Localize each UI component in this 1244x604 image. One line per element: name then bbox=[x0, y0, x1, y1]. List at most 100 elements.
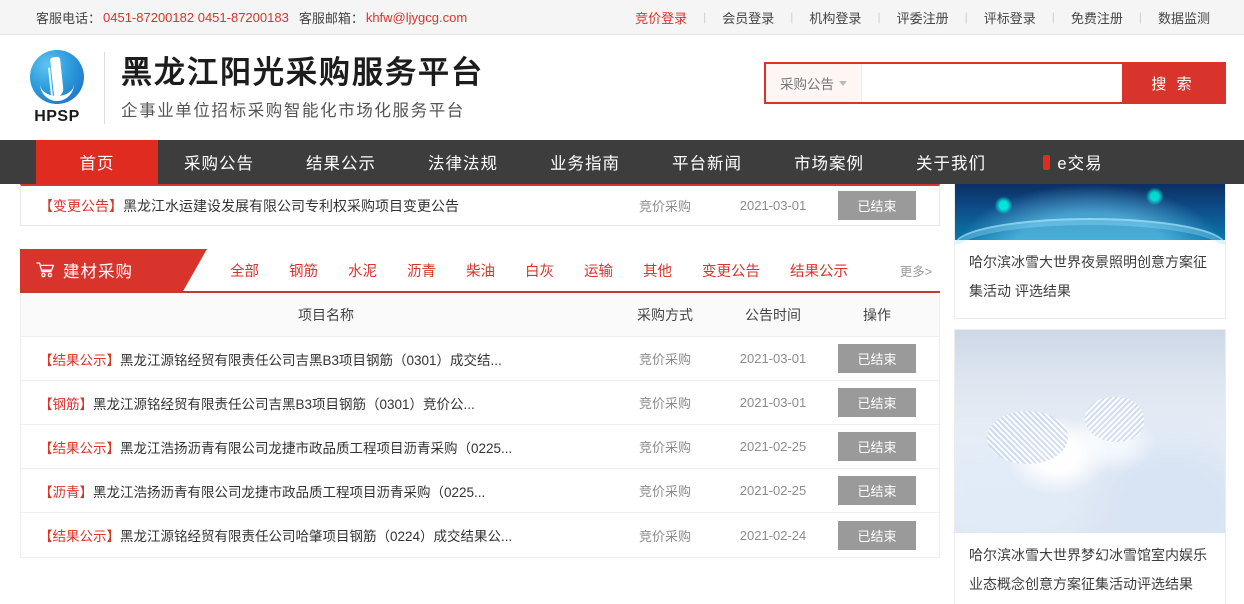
section-tab-other[interactable]: 其他 bbox=[643, 260, 672, 281]
sidebar-card-caption[interactable]: 哈尔滨冰雪大世界梦幻冰雪馆室内娱乐业态概念创意方案征集活动评选结果 bbox=[955, 533, 1225, 604]
nav-item-home[interactable]: 首页 bbox=[36, 140, 158, 184]
row-tag: 【结果公示】 bbox=[39, 353, 120, 368]
red-dot-icon bbox=[1043, 155, 1050, 170]
row-method: 竞价采购 bbox=[613, 526, 717, 545]
night-ice-festival-photo bbox=[955, 184, 1225, 240]
top-links: 竞价登录 | 会员登录 | 机构登录 | 评委注册 | 评标登录 | 免费注册 … bbox=[619, 8, 1226, 27]
brand-titles: 黑龙江阳光采购服务平台 企事业单位招标采购智能化市场化服务平台 bbox=[121, 54, 484, 122]
table-row[interactable]: 【钢筋】黑龙江源铭经贸有限责任公司吉黑B3项目钢筋（0301）竞价公... 竞价… bbox=[21, 381, 939, 425]
row-title[interactable]: 【沥青】黑龙江浩扬沥青有限公司龙捷市政品质工程项目沥青采购（0225... bbox=[39, 481, 613, 501]
row-text: 黑龙江源铭经贸有限责任公司吉黑B3项目钢筋（0301）成交结... bbox=[120, 353, 502, 368]
status-badge[interactable]: 已结束 bbox=[838, 476, 916, 505]
row-action: 已结束 bbox=[829, 476, 925, 505]
featured-notice-method: 竞价采购 bbox=[613, 196, 717, 215]
column-header-date: 公告时间 bbox=[717, 305, 829, 325]
sidebar-card[interactable]: 哈尔滨冰雪大世界梦幻冰雪馆室内娱乐业态概念创意方案征集活动评选结果 bbox=[954, 329, 1226, 604]
status-badge[interactable]: 已结束 bbox=[838, 388, 916, 417]
row-title[interactable]: 【结果公示】黑龙江浩扬沥青有限公司龙捷市政品质工程项目沥青采购（0225... bbox=[39, 437, 613, 457]
featured-notice-tag: 【变更公告】 bbox=[39, 198, 123, 214]
status-badge[interactable]: 已结束 bbox=[838, 432, 916, 461]
column-header-project-name: 项目名称 bbox=[39, 305, 613, 325]
top-link-judge-register[interactable]: 评委注册 bbox=[881, 8, 965, 27]
chevron-down-icon bbox=[839, 81, 847, 86]
main-navigation: 首页 采购公告 结果公示 法律法规 业务指南 平台新闻 市场案例 关于我们 e交… bbox=[0, 140, 1244, 184]
building-materials-section: 建材采购 全部 钢筋 水泥 沥青 柴油 白灰 运输 其他 变更公告 结果公示 更… bbox=[20, 249, 940, 558]
row-text: 黑龙江源铭经贸有限责任公司吉黑B3项目钢筋（0301）竞价公... bbox=[93, 397, 475, 412]
row-action: 已结束 bbox=[829, 432, 925, 461]
row-date: 2021-02-25 bbox=[717, 483, 829, 498]
search-button[interactable]: 搜 索 bbox=[1122, 64, 1224, 102]
table-row[interactable]: 【结果公示】黑龙江源铭经贸有限责任公司吉黑B3项目钢筋（0301）成交结... … bbox=[21, 337, 939, 381]
section-tab-asphalt[interactable]: 沥青 bbox=[407, 260, 436, 281]
site-logo[interactable]: HPSP bbox=[14, 50, 100, 126]
section-tab-result-announcement[interactable]: 结果公示 bbox=[790, 260, 848, 281]
page-title: 黑龙江阳光采购服务平台 bbox=[121, 54, 484, 93]
nav-item-about-us[interactable]: 关于我们 bbox=[890, 140, 1012, 184]
row-tag: 【结果公示】 bbox=[39, 529, 120, 544]
nav-item-business-guide[interactable]: 业务指南 bbox=[524, 140, 646, 184]
top-link-bidding-login[interactable]: 竞价登录 bbox=[619, 8, 703, 27]
service-phone-value: 0451-87200182 0451-87200183 bbox=[103, 10, 289, 25]
status-badge[interactable]: 已结束 bbox=[838, 344, 916, 373]
nav-item-laws-regulations[interactable]: 法律法规 bbox=[402, 140, 524, 184]
table-row[interactable]: 【沥青】黑龙江浩扬沥青有限公司龙捷市政品质工程项目沥青采购（0225... 竞价… bbox=[21, 469, 939, 513]
row-date: 2021-03-01 bbox=[717, 351, 829, 366]
top-link-data-monitor[interactable]: 数据监测 bbox=[1142, 8, 1226, 27]
row-date: 2021-02-24 bbox=[717, 528, 829, 543]
section-tab-diesel[interactable]: 柴油 bbox=[466, 260, 495, 281]
nav-item-market-cases[interactable]: 市场案例 bbox=[768, 140, 890, 184]
cart-icon bbox=[36, 262, 55, 278]
nav-item-procurement-notice[interactable]: 采购公告 bbox=[158, 140, 280, 184]
section-tab-transport[interactable]: 运输 bbox=[584, 260, 613, 281]
table-row[interactable]: 【结果公示】黑龙江浩扬沥青有限公司龙捷市政品质工程项目沥青采购（0225... … bbox=[21, 425, 939, 469]
row-date: 2021-02-25 bbox=[717, 439, 829, 454]
sidebar-card[interactable]: 哈尔滨冰雪大世界夜景照明创意方案征集活动 评选结果 bbox=[954, 184, 1226, 319]
status-badge[interactable]: 已结束 bbox=[838, 521, 916, 550]
featured-notice-action: 已结束 bbox=[829, 191, 925, 220]
page-subtitle: 企事业单位招标采购智能化市场化服务平台 bbox=[121, 97, 484, 121]
column-header-action: 操作 bbox=[829, 305, 925, 325]
sidebar-card-caption[interactable]: 哈尔滨冰雪大世界夜景照明创意方案征集活动 评选结果 bbox=[955, 240, 1225, 318]
service-phone-label: 客服电话： bbox=[36, 8, 101, 27]
sidebar: 哈尔滨冰雪大世界夜景照明创意方案征集活动 评选结果 哈尔滨冰雪大世界梦幻冰雪馆室… bbox=[954, 184, 1226, 604]
row-method: 竞价采购 bbox=[613, 349, 717, 368]
section-more-link[interactable]: 更多> bbox=[900, 261, 932, 280]
table-row[interactable]: 【结果公示】黑龙江源铭经贸有限责任公司哈肇项目钢筋（0224）成交结果公... … bbox=[21, 513, 939, 557]
nav-item-platform-news[interactable]: 平台新闻 bbox=[646, 140, 768, 184]
featured-notice-row[interactable]: 【变更公告】黑龙江水运建设发展有限公司专利权采购项目变更公告 竞价采购 2021… bbox=[20, 184, 940, 226]
section-tab-lime[interactable]: 白灰 bbox=[525, 260, 554, 281]
section-tab-all[interactable]: 全部 bbox=[230, 260, 259, 281]
search-input[interactable] bbox=[862, 64, 1122, 102]
featured-notice-text: 黑龙江水运建设发展有限公司专利权采购项目变更公告 bbox=[123, 198, 459, 214]
row-title[interactable]: 【钢筋】黑龙江源铭经贸有限责任公司吉黑B3项目钢筋（0301）竞价公... bbox=[39, 393, 613, 413]
column-header-method: 采购方式 bbox=[613, 305, 717, 325]
row-text: 黑龙江浩扬沥青有限公司龙捷市政品质工程项目沥青采购（0225... bbox=[93, 485, 485, 500]
row-text: 黑龙江浩扬沥青有限公司龙捷市政品质工程项目沥青采购（0225... bbox=[120, 441, 512, 456]
row-title[interactable]: 【结果公示】黑龙江源铭经贸有限责任公司哈肇项目钢筋（0224）成交结果公... bbox=[39, 525, 613, 545]
row-tag: 【沥青】 bbox=[39, 485, 93, 500]
nav-item-result-announcement[interactable]: 结果公示 bbox=[280, 140, 402, 184]
top-link-member-login[interactable]: 会员登录 bbox=[706, 8, 790, 27]
snow-aerial-view-photo bbox=[955, 330, 1225, 533]
search-category-select[interactable]: 采购公告 bbox=[766, 64, 862, 102]
top-utility-bar: 客服电话：0451-87200182 0451-87200183客服邮箱：khf… bbox=[0, 0, 1244, 35]
row-text: 黑龙江源铭经贸有限责任公司哈肇项目钢筋（0224）成交结果公... bbox=[120, 529, 512, 544]
top-link-org-login[interactable]: 机构登录 bbox=[793, 8, 877, 27]
site-header: HPSP 黑龙江阳光采购服务平台 企事业单位招标采购智能化市场化服务平台 采购公… bbox=[0, 35, 1244, 140]
section-tab-change-notice[interactable]: 变更公告 bbox=[702, 260, 760, 281]
row-title[interactable]: 【结果公示】黑龙江源铭经贸有限责任公司吉黑B3项目钢筋（0301）成交结... bbox=[39, 349, 613, 369]
row-action: 已结束 bbox=[829, 388, 925, 417]
status-badge[interactable]: 已结束 bbox=[838, 191, 916, 220]
top-link-evaluation-login[interactable]: 评标登录 bbox=[968, 8, 1052, 27]
brand-block[interactable]: HPSP 黑龙江阳光采购服务平台 企事业单位招标采购智能化市场化服务平台 bbox=[14, 50, 484, 126]
section-tab-rebar[interactable]: 钢筋 bbox=[289, 260, 318, 281]
nav-item-e-trading[interactable]: e交易 bbox=[1012, 140, 1134, 184]
notices-table: 项目名称 采购方式 公告时间 操作 【结果公示】黑龙江源铭经贸有限责任公司吉黑B… bbox=[20, 293, 940, 558]
main-column: 【变更公告】黑龙江水运建设发展有限公司专利权采购项目变更公告 竞价采购 2021… bbox=[20, 184, 940, 558]
section-tab-cement[interactable]: 水泥 bbox=[348, 260, 377, 281]
row-tag: 【钢筋】 bbox=[39, 397, 93, 412]
search-bar: 采购公告 搜 索 bbox=[764, 62, 1226, 104]
top-link-free-register[interactable]: 免费注册 bbox=[1055, 8, 1139, 27]
featured-notice-title[interactable]: 【变更公告】黑龙江水运建设发展有限公司专利权采购项目变更公告 bbox=[39, 196, 613, 216]
brand-divider bbox=[104, 52, 105, 124]
